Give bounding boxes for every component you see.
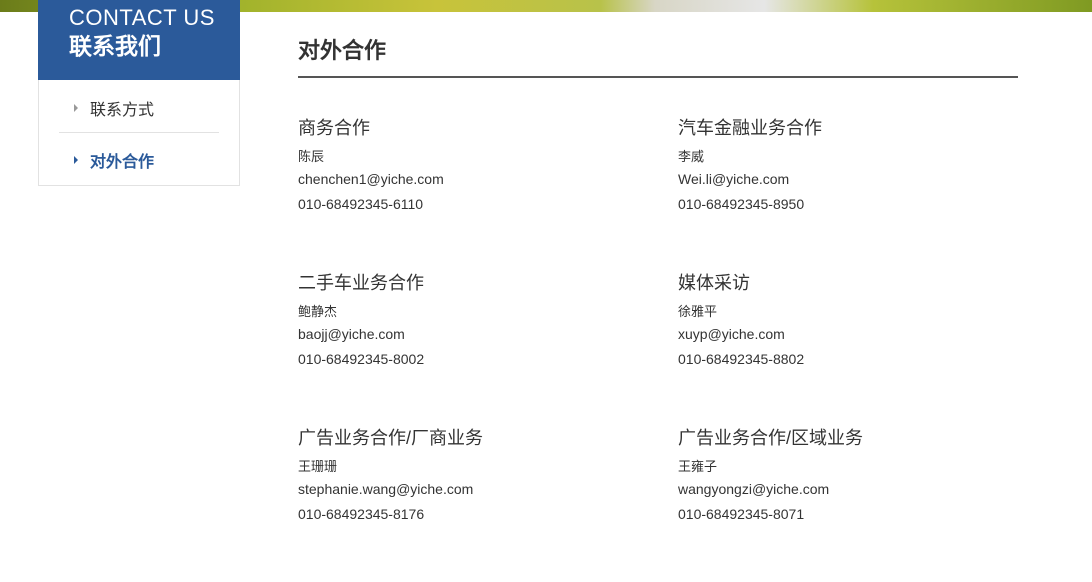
- contact-phone: 010-68492345-8071: [678, 506, 805, 522]
- caret-right-icon: [74, 156, 78, 164]
- contact-email[interactable]: stephanie.wang@yiche.com: [298, 477, 658, 502]
- contact-card: 商务合作 陈辰 chenchen1@yiche.com 010-68492345…: [298, 116, 658, 217]
- sidebar-header-en: CONTACT US: [69, 5, 215, 30]
- contact-name: 鲍静杰: [298, 304, 338, 319]
- contact-card: 媒体采访 徐雅平 xuyp@yiche.com 010-68492345-880…: [678, 271, 1038, 372]
- contact-card: 二手车业务合作 鲍静杰 baojj@yiche.com 010-68492345…: [298, 271, 658, 372]
- contact-email[interactable]: xuyp@yiche.com: [678, 322, 1038, 347]
- contact-title: 媒体采访: [678, 273, 750, 293]
- sidebar-item-cooperation[interactable]: 对外合作: [59, 134, 219, 186]
- contact-card: 广告业务合作/区域业务 王雍子 wangyongzi@yiche.com 010…: [678, 426, 1038, 527]
- contact-name: 李威: [678, 149, 705, 164]
- contact-title: 广告业务合作/厂商业务: [298, 428, 483, 448]
- contact-phone: 010-68492345-8950: [678, 196, 805, 212]
- sidebar: CONTACT US 联系我们 联系方式 对外合作: [38, 0, 240, 186]
- contact-name: 王珊珊: [298, 459, 338, 474]
- contact-title: 广告业务合作/区域业务: [678, 428, 863, 448]
- contact-title: 商务合作: [298, 118, 370, 138]
- contact-email[interactable]: baojj@yiche.com: [298, 322, 658, 347]
- contact-title: 二手车业务合作: [298, 273, 424, 293]
- contact-name: 陈辰: [298, 149, 325, 164]
- sidebar-item-label: 联系方式: [90, 102, 155, 119]
- page-title: 对外合作: [298, 38, 387, 63]
- sidebar-item-contact-methods[interactable]: 联系方式: [59, 82, 219, 134]
- sidebar-item-label: 对外合作: [90, 154, 155, 171]
- contact-name: 王雍子: [678, 459, 718, 474]
- contact-email[interactable]: wangyongzi@yiche.com: [678, 477, 1038, 502]
- contact-name: 徐雅平: [678, 304, 718, 319]
- sidebar-menu: 联系方式 对外合作: [38, 80, 240, 186]
- contact-phone: 010-68492345-8002: [298, 351, 425, 367]
- contact-phone: 010-68492345-6110: [298, 196, 424, 212]
- caret-right-icon: [74, 104, 78, 112]
- contact-phone: 010-68492345-8176: [298, 506, 425, 522]
- contact-title: 汽车金融业务合作: [678, 118, 822, 138]
- contact-phone: 010-68492345-8802: [678, 351, 805, 367]
- contact-card: 广告业务合作/厂商业务 王珊珊 stephanie.wang@yiche.com…: [298, 426, 658, 527]
- contact-email[interactable]: Wei.li@yiche.com: [678, 167, 1038, 192]
- sidebar-header: CONTACT US 联系我们: [38, 0, 240, 80]
- title-divider: [298, 76, 1018, 78]
- sidebar-header-zh: 联系我们: [69, 33, 161, 59]
- contact-card: 汽车金融业务合作 李威 Wei.li@yiche.com 010-6849234…: [678, 116, 1038, 217]
- contact-email[interactable]: chenchen1@yiche.com: [298, 167, 658, 192]
- menu-divider: [59, 132, 219, 133]
